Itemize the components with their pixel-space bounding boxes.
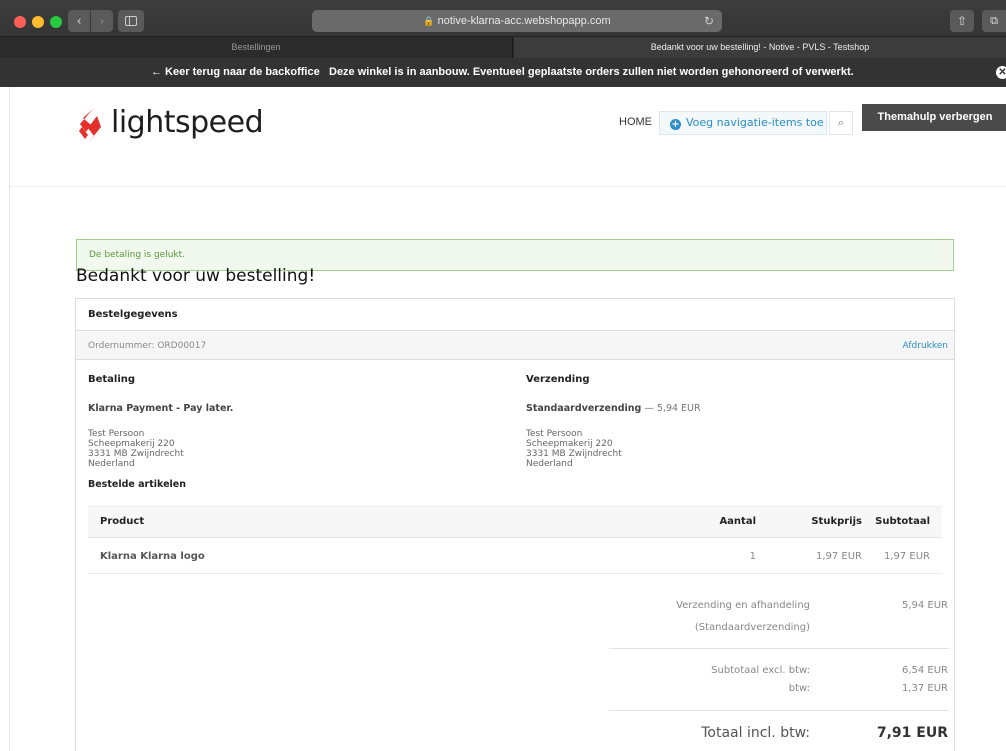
address-line: Test Persoon bbox=[526, 429, 583, 439]
close-window-button[interactable] bbox=[14, 16, 26, 28]
product-unit-price: 1,97 EUR bbox=[815, 551, 862, 562]
header-divider bbox=[10, 186, 1006, 187]
zoom-window-button[interactable] bbox=[50, 16, 62, 28]
address-line: 3331 MB Zwijndrecht bbox=[526, 449, 622, 459]
lock-icon: 🔒 bbox=[423, 16, 435, 26]
add-navigation-button[interactable]: + Voeg navigatie-items toe bbox=[659, 111, 827, 135]
shipping-method-name: Standaardverzending bbox=[526, 403, 642, 414]
vat-label: btw: bbox=[788, 683, 810, 694]
order-details-panel: Bestelgegevens Ordernummer: ORD00017 Afd… bbox=[75, 298, 955, 751]
notice-message: Deze winkel is in aanbouw. Eventueel gep… bbox=[329, 66, 854, 78]
payment-address: Test Persoon Scheepmakerij 220 3331 MB Z… bbox=[88, 429, 184, 469]
panel-title: Bestelgegevens bbox=[76, 299, 954, 331]
add-navigation-label: Voeg navigatie-items toe bbox=[686, 116, 824, 129]
browser-window: ‹ › 🔒 notive-klarna-acc.webshopapp.com ↻ … bbox=[0, 0, 1006, 751]
totals-divider bbox=[609, 710, 949, 711]
address-bar[interactable]: 🔒 notive-klarna-acc.webshopapp.com ↻ bbox=[312, 10, 722, 32]
col-subtotal: Subtotaal bbox=[875, 516, 930, 527]
order-number-row: Ordernummer: ORD00017 Afdrukken bbox=[76, 332, 954, 360]
minimize-window-button[interactable] bbox=[32, 16, 44, 28]
address-line: Test Persoon bbox=[88, 429, 145, 439]
product-subtotal: 1,97 EUR bbox=[883, 551, 930, 562]
totals-divider bbox=[609, 648, 949, 649]
payment-title: Betaling bbox=[88, 374, 136, 385]
backoffice-notice-bar: ← Keer terug naar de backoffice Deze win… bbox=[0, 58, 1006, 87]
tab-bar: Bestellingen Bedankt voor uw bestelling!… bbox=[0, 37, 1006, 58]
plus-circle-icon: + bbox=[670, 119, 681, 130]
order-number: Ordernummer: ORD00017 bbox=[88, 341, 207, 351]
search-icon[interactable]: ⌕ bbox=[829, 111, 853, 135]
address-line: Nederland bbox=[526, 459, 573, 469]
close-icon[interactable]: ✕ bbox=[996, 66, 1006, 79]
product-qty: 1 bbox=[749, 551, 756, 562]
col-qty: Aantal bbox=[719, 516, 756, 527]
payment-method: Klarna Payment - Pay later. bbox=[88, 403, 234, 414]
shipping-cost-sublabel: (Standaardverzending) bbox=[694, 622, 810, 633]
tab-thank-you[interactable]: Bedankt voor uw bestelling! - Notive - P… bbox=[514, 37, 1006, 58]
forward-icon[interactable]: › bbox=[91, 10, 113, 32]
col-product: Product bbox=[100, 516, 145, 527]
logo-text: lightspeed bbox=[111, 105, 264, 140]
hide-theme-help-button[interactable]: Themahulp verbergen bbox=[862, 104, 1006, 131]
table-row: Klarna Klarna logo 1 1,97 EUR 1,97 EUR bbox=[88, 539, 942, 574]
nav-home-link[interactable]: HOME bbox=[619, 116, 652, 128]
flame-icon bbox=[79, 109, 101, 143]
col-unit-price: Stukprijs bbox=[811, 516, 862, 527]
product-name: Klarna Klarna logo bbox=[100, 551, 205, 562]
shop-page: lightspeed HOME + Voeg navigatie-items to… bbox=[9, 87, 1006, 751]
subtotal-value: 6,54 EUR bbox=[901, 665, 948, 676]
shipping-cost-label: Verzending en afhandeling bbox=[676, 600, 810, 611]
back-to-backoffice-link[interactable]: ← Keer terug naar de backoffice bbox=[151, 58, 320, 87]
page-title: Bedankt voor uw bestelling! bbox=[76, 266, 316, 286]
browser-toolbar: ‹ › 🔒 notive-klarna-acc.webshopapp.com ↻ … bbox=[0, 0, 1006, 37]
shipping-cost-value: 5,94 EUR bbox=[901, 600, 948, 611]
tab-bestellingen[interactable]: Bestellingen bbox=[0, 37, 513, 58]
back-icon[interactable]: ‹ bbox=[68, 10, 90, 32]
sidebar-icon[interactable] bbox=[118, 10, 144, 32]
vat-value: 1,37 EUR bbox=[901, 683, 948, 694]
address-line: Nederland bbox=[88, 459, 135, 469]
shipping-method: Standaardverzending — 5,94 EUR bbox=[526, 403, 701, 414]
shipping-title: Verzending bbox=[526, 374, 590, 385]
grand-total-value: 7,91 EUR bbox=[876, 725, 948, 741]
tabs-overview-icon[interactable]: ⧉ bbox=[982, 10, 1006, 32]
address-line: Scheepmakerij 220 bbox=[526, 439, 613, 449]
address-line: 3331 MB Zwijndrecht bbox=[88, 449, 184, 459]
url-text: notive-klarna-acc.webshopapp.com bbox=[437, 15, 611, 27]
print-link[interactable]: Afdrukken bbox=[903, 332, 948, 360]
ordered-items-title: Bestelde artikelen bbox=[88, 479, 186, 490]
reload-icon[interactable]: ↻ bbox=[704, 10, 714, 32]
products-table-header: Product Aantal Stukprijs Subtotaal bbox=[88, 506, 942, 538]
subtotal-label: Subtotaal excl. btw: bbox=[711, 665, 810, 676]
shipping-address: Test Persoon Scheepmakerij 220 3331 MB Z… bbox=[526, 429, 622, 469]
shipping-method-price: — 5,94 EUR bbox=[641, 403, 701, 414]
address-line: Scheepmakerij 220 bbox=[88, 439, 175, 449]
grand-total-label: Totaal incl. btw: bbox=[701, 725, 810, 741]
share-icon[interactable]: ⇧ bbox=[950, 10, 974, 32]
